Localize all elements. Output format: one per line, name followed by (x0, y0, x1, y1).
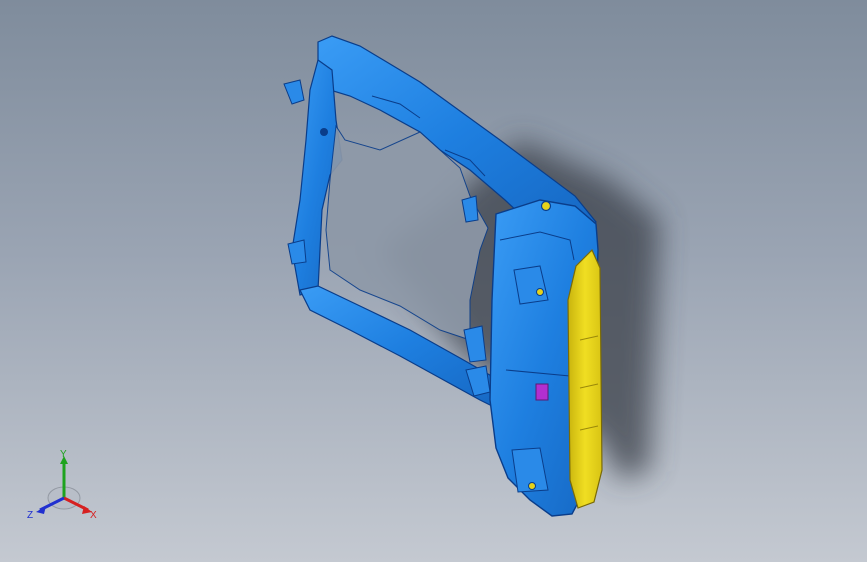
screw-mid (536, 288, 544, 296)
cad-model-view[interactable] (0, 0, 867, 562)
view-triad[interactable]: Y X Z (24, 448, 104, 526)
screw-top (540, 200, 552, 212)
screw-bottom (528, 482, 536, 490)
purple-tab (535, 383, 549, 401)
z-axis-label: Z (27, 510, 33, 521)
graphics-viewport[interactable]: Y X Z (0, 0, 867, 562)
clip-mid-left (287, 239, 307, 265)
z-axis-arrow (36, 506, 46, 514)
mount-hole-top (320, 128, 328, 136)
y-axis-label: Y (60, 449, 67, 460)
bracket-frame[interactable] (283, 35, 603, 517)
yellow-face (567, 248, 603, 509)
x-axis-label: X (90, 510, 97, 521)
clip-upper-left (283, 79, 305, 105)
